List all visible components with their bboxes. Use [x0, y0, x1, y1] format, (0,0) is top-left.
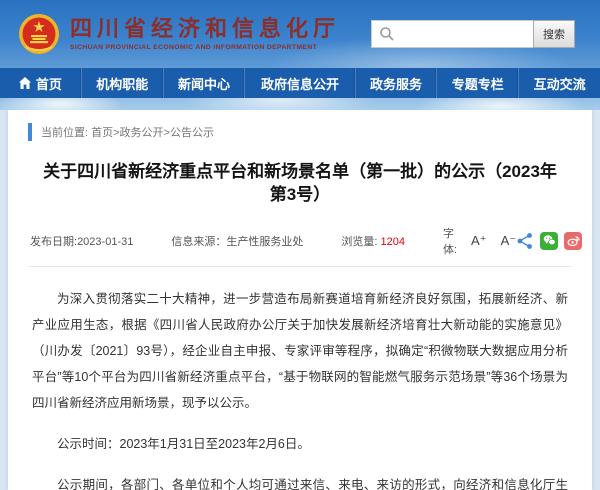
nav-item-label: 政府信息公开 — [261, 74, 339, 93]
publish-date: 发布日期:2023-01-31 — [30, 233, 133, 249]
info-source: 信息来源：生产性服务业处 — [171, 233, 303, 249]
site-subtitle: SICHUAN PROVINCIAL ECONOMIC AND INFORMAT… — [70, 44, 340, 51]
site-logo[interactable]: 四川省经济和信息化厅 SICHUAN PROVINCIAL ECONOMIC A… — [18, 13, 340, 55]
site-search: 搜索 — [371, 20, 575, 48]
nav-item-home[interactable]: 首页 — [0, 68, 82, 98]
content-card: 当前位置: 首页>政务公开>公告公示 关于四川省新经济重点平台和新场景名单（第一… — [8, 110, 592, 490]
page-title: 关于四川省新经济重点平台和新场景名单（第一批）的公示（2023年第3号） — [38, 161, 562, 207]
search-input[interactable] — [371, 20, 533, 48]
nav-item-topics[interactable]: 专题专栏 — [437, 68, 519, 98]
site-title: 四川省经济和信息化厅 — [70, 17, 340, 41]
share-icon[interactable] — [516, 232, 534, 250]
nav-item-label: 专题专栏 — [452, 74, 504, 93]
view-count-number: 1204 — [380, 236, 404, 248]
wechat-icon[interactable] — [540, 232, 558, 250]
nav-item-gov-info[interactable]: 政府信息公开 — [245, 68, 355, 98]
home-icon — [19, 77, 31, 89]
national-emblem-icon — [18, 13, 60, 55]
font-size-label: 字体: — [443, 225, 457, 257]
search-icon — [379, 26, 395, 42]
search-button[interactable]: 搜索 — [533, 20, 575, 48]
breadcrumb-path[interactable]: 首页>政务公开>公告公示 — [91, 127, 214, 139]
font-size-controls: 字体: A⁺ A⁻ — [443, 225, 516, 257]
nav-item-label: 新闻中心 — [178, 74, 230, 93]
share-buttons — [516, 232, 582, 250]
article-paragraph: 为深入贯彻落实二十大精神，进一步营造布局新赛道培育新经济良好氛围，拓展新经济、新… — [32, 286, 568, 416]
font-increase-button[interactable]: A⁺ — [471, 233, 487, 249]
nav-item-news[interactable]: 新闻中心 — [164, 68, 246, 98]
article-meta: 发布日期:2023-01-31 信息来源：生产性服务业处 浏览量: 1204 字… — [8, 225, 592, 257]
breadcrumb-accent-bar — [28, 123, 32, 141]
article-body: 为深入贯彻落实二十大精神，进一步营造布局新赛道培育新经济良好氛围，拓展新经济、新… — [8, 267, 592, 490]
weibo-icon[interactable] — [564, 232, 582, 250]
nav-item-interaction[interactable]: 互动交流 — [519, 68, 600, 98]
main-nav: 首页 机构职能 新闻中心 政府信息公开 政务服务 专题专栏 互动交流 — [0, 68, 600, 98]
font-decrease-button[interactable]: A⁻ — [501, 233, 517, 249]
nav-item-label: 政务服务 — [370, 74, 422, 93]
site-header: 四川省经济和信息化厅 SICHUAN PROVINCIAL ECONOMIC A… — [0, 0, 600, 110]
article-paragraph: 公示期间，各部门、各单位和个人均可通过来信、来电、来访的形式，向经济和信息化厅生… — [32, 472, 568, 490]
nav-item-label: 机构职能 — [96, 74, 148, 93]
nav-item-label: 首页 — [36, 74, 62, 93]
breadcrumb: 当前位置: 首页>政务公开>公告公示 — [28, 123, 592, 141]
article-paragraph: 公示时间：2023年1月31日至2023年2月6日。 — [32, 431, 568, 457]
nav-item-services[interactable]: 政务服务 — [356, 68, 438, 98]
nav-item-functions[interactable]: 机构职能 — [82, 68, 164, 98]
nav-item-label: 互动交流 — [534, 74, 586, 93]
breadcrumb-label: 当前位置: — [41, 127, 88, 139]
view-count: 浏览量: 1204 — [341, 233, 405, 249]
